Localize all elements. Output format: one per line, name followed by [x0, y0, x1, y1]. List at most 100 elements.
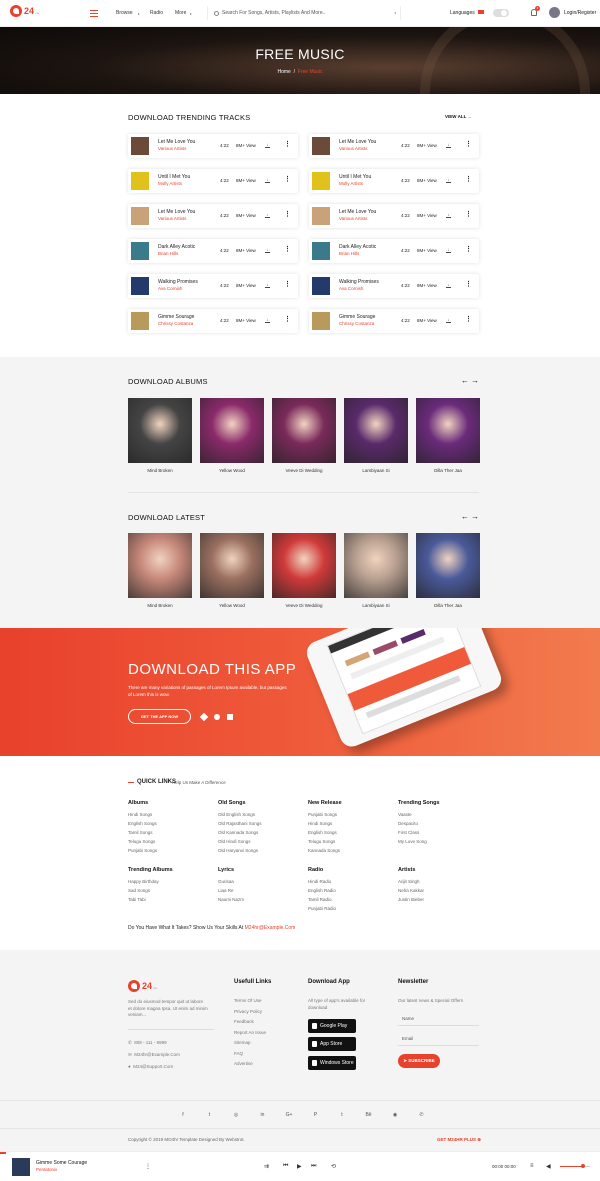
track-artist[interactable]: Molly Artists: [158, 181, 182, 186]
track-title[interactable]: Until I Met You: [339, 174, 371, 180]
track-artist[interactable]: Brian Hills: [158, 251, 178, 256]
footer-link[interactable]: Report An Issue: [234, 1030, 266, 1037]
track-thumbnail[interactable]: [131, 172, 149, 190]
quick-link[interactable]: English Songs: [128, 821, 157, 826]
more-icon[interactable]: ⋮: [284, 176, 291, 183]
track-thumbnail[interactable]: [312, 172, 330, 190]
track-title[interactable]: Let Me Love You: [158, 139, 195, 145]
track-title[interactable]: Walking Promises: [158, 279, 198, 285]
footer-link[interactable]: Sitemap: [234, 1040, 251, 1047]
track-card[interactable]: Walking Promises Ava Cornish 4:22 8M+ Vi…: [128, 274, 298, 298]
quick-link[interactable]: Naumi Nazm: [218, 897, 244, 902]
track-thumbnail[interactable]: [312, 277, 330, 295]
track-title[interactable]: Let Me Love You: [339, 139, 376, 145]
player-progress[interactable]: [0, 1152, 6, 1154]
track-card[interactable]: Dark Alley Acotic Brian Hills 4:22 8M+ V…: [128, 239, 298, 263]
quick-link[interactable]: Tamil Songs: [128, 830, 153, 835]
album-title[interactable]: Veeve Di Wedding: [272, 603, 336, 608]
quick-link[interactable]: Hindi Songs: [308, 821, 332, 826]
quick-link[interactable]: Justin Bieber: [398, 897, 424, 902]
next-icon[interactable]: ⏭: [311, 1163, 316, 1170]
quick-link[interactable]: Arijit Singh: [398, 879, 420, 884]
track-thumbnail[interactable]: [312, 242, 330, 260]
theme-toggle[interactable]: [493, 9, 509, 17]
track-card[interactable]: Gimme Sourage Chrissy Costanza 4:22 8M+ …: [128, 309, 298, 333]
track-card[interactable]: Let Me Love You Various Artists 4:22 8M+…: [309, 204, 479, 228]
quick-link[interactable]: Old Hindi Songs: [218, 839, 251, 844]
track-title[interactable]: Let Me Love You: [339, 209, 376, 215]
track-artist[interactable]: Ava Cornish: [339, 286, 363, 291]
breadcrumb-home[interactable]: Home: [277, 69, 290, 75]
track-thumbnail[interactable]: [312, 207, 330, 225]
album-title[interactable]: Mind Broken: [128, 603, 192, 608]
quick-link[interactable]: Old English Songs: [218, 812, 255, 817]
instagram-icon[interactable]: ◎: [231, 1112, 241, 1118]
track-card[interactable]: Let Me Love You Various Artists 4:22 8M+…: [128, 204, 298, 228]
google-play-button[interactable]: Google Play: [308, 1019, 356, 1033]
download-icon[interactable]: ↓: [265, 318, 270, 323]
quick-link[interactable]: Despacito: [398, 821, 418, 826]
download-icon[interactable]: ↓: [265, 178, 270, 183]
footer-link[interactable]: FAQ: [234, 1051, 243, 1058]
quick-link[interactable]: Punjabi Radio: [308, 906, 336, 911]
quick-link[interactable]: Old Rajasthani Songs: [218, 821, 262, 826]
more-icon[interactable]: ⋮: [284, 211, 291, 218]
arrow-right-icon[interactable]: →: [471, 376, 481, 385]
quick-link[interactable]: Happy Birthday: [128, 879, 159, 884]
download-icon[interactable]: ↓: [265, 283, 270, 288]
download-icon[interactable]: ↓: [265, 143, 270, 148]
track-card[interactable]: Let Me Love You Various Artists 4:22 8M+…: [128, 134, 298, 158]
quick-link[interactable]: Gurisaa: [218, 879, 234, 884]
more-icon[interactable]: ⋮: [145, 1163, 151, 1170]
search-input[interactable]: Search For Songs, Artists, Playlists And…: [222, 10, 325, 16]
apple-icon[interactable]: [214, 714, 220, 720]
arrow-left-icon[interactable]: ←: [461, 376, 471, 385]
album-title[interactable]: Dilla Ther Jaa: [416, 603, 480, 608]
album-title[interactable]: Lambiyaan Si: [344, 603, 408, 608]
more-icon[interactable]: ⋮: [284, 316, 291, 323]
quick-links-heading[interactable]: New Release: [308, 800, 342, 806]
nav-more[interactable]: More: [175, 10, 186, 16]
download-icon[interactable]: ↓: [446, 318, 451, 323]
track-thumbnail[interactable]: [131, 137, 149, 155]
album-title[interactable]: Mind Broken: [128, 468, 192, 473]
android-icon[interactable]: [199, 712, 209, 722]
quick-links-heading[interactable]: Albums: [128, 800, 148, 806]
behance-icon[interactable]: Bē: [364, 1112, 374, 1118]
download-icon[interactable]: ↓: [446, 178, 451, 183]
volume-icon[interactable]: ◀: [546, 1163, 551, 1170]
quick-link[interactable]: Punjabi Songs: [128, 848, 157, 853]
quick-link[interactable]: Old Haryanvi Songs: [218, 848, 258, 853]
nav-browse[interactable]: Browse: [116, 10, 133, 16]
track-card[interactable]: Gimme Sourage Chrissy Costanza 4:22 8M+ …: [309, 309, 479, 333]
more-icon[interactable]: ⋮: [465, 176, 472, 183]
track-artist[interactable]: Chrissy Costanza: [158, 321, 193, 326]
footer-link[interactable]: Privacy Policy: [234, 1009, 262, 1016]
track-thumbnail[interactable]: [131, 207, 149, 225]
track-artist[interactable]: Brian Hills: [339, 251, 359, 256]
album-cover[interactable]: [416, 533, 480, 598]
download-icon[interactable]: ↓: [265, 248, 270, 253]
more-icon[interactable]: ⋮: [284, 281, 291, 288]
quick-link[interactable]: Tabi Tabi: [128, 897, 146, 902]
name-field[interactable]: Name: [398, 1012, 479, 1026]
more-icon[interactable]: ⋮: [465, 141, 472, 148]
track-title[interactable]: Gimme Sourage: [158, 314, 194, 320]
track-card[interactable]: Until I Met You Molly Artists 4:22 8M+ V…: [128, 169, 298, 193]
footer-support[interactable]: ● M24@Support.Com: [128, 1064, 173, 1071]
quick-link[interactable]: Tamil Radio: [308, 897, 332, 902]
quick-link[interactable]: First Class: [398, 830, 419, 835]
quick-link[interactable]: English Radio: [308, 888, 336, 893]
album-title[interactable]: Veeve Di Wedding: [272, 468, 336, 473]
quick-link[interactable]: Liaa Re: [218, 888, 234, 893]
track-artist[interactable]: Ava Cornish: [158, 286, 182, 291]
more-icon[interactable]: ⋮: [284, 246, 291, 253]
windows-store-button[interactable]: Windows Store: [308, 1056, 356, 1070]
download-icon[interactable]: ↓: [446, 143, 451, 148]
download-icon[interactable]: ↓: [446, 283, 451, 288]
album-cover[interactable]: [344, 398, 408, 463]
track-artist[interactable]: Chrissy Costanza: [339, 321, 374, 326]
track-thumbnail[interactable]: [312, 312, 330, 330]
download-icon[interactable]: ↓: [446, 248, 451, 253]
talent-email[interactable]: M24hr@Example.Com: [245, 925, 296, 931]
